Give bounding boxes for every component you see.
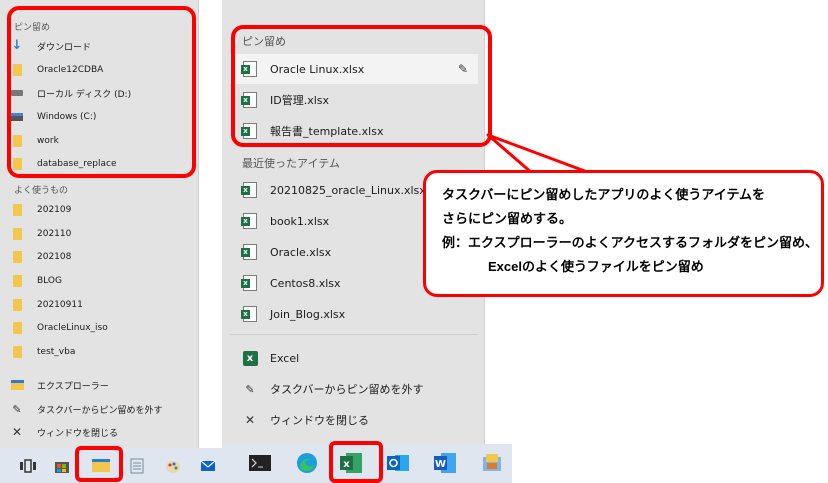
unpin-from-taskbar-item[interactable]: ✎ タスクバーからピン留めを外す [10,398,194,420]
terminal-icon[interactable] [248,452,272,474]
action-label: ウィンドウを閉じる [270,414,369,427]
excel-file-icon [241,182,258,198]
close-icon: ✕ [11,425,23,439]
task-view-icon[interactable] [18,456,38,476]
folder-icon [10,227,24,241]
paint-icon[interactable] [163,456,183,476]
frequent-item[interactable]: BLOG [10,270,194,292]
annotation-box-left-pinned [7,6,196,178]
close-window-item[interactable]: ✕ ウィンドウを閉じる [10,421,194,443]
annotation-box-right-pinned [231,25,492,147]
recent-file-label: 20210825_oracle_Linux.xlsx [270,183,426,197]
explanation-callout: タスクバーにピン留めしたアプリのよく使うアイテムを さらにピン留めする。 例：エ… [423,170,824,297]
unpin-icon: ✎ [12,402,22,416]
frequent-item-label: test_vba [37,347,76,357]
word-icon[interactable]: W [432,450,458,476]
frequent-item-label: OracleLinux_iso [37,323,108,333]
frequent-item[interactable]: OracleLinux_iso [10,317,194,339]
callout-line: Excelのよく使うファイルをピン留め [488,259,704,274]
recent-file-label: book1.xlsx [270,214,330,228]
recent-file-label: Centos8.xlsx [270,276,341,290]
recent-file-label: Oracle.xlsx [270,245,332,259]
frequent-item-label: BLOG [37,276,62,286]
folder-icon [10,321,24,335]
explorer-icon [10,378,24,392]
recent-file[interactable]: Join_Blog.xlsx [230,299,478,329]
close-icon: ✕ [244,413,256,427]
folder-icon [10,298,24,312]
frequent-item-label: 202110 [37,229,72,239]
folder-icon [10,274,24,288]
annotation-box-explorer-taskbar [75,446,123,482]
callout-line: さらにピン留めする。 [442,211,573,226]
folder-icon [10,345,24,359]
store-icon[interactable] [52,456,72,476]
excel-file-icon [241,306,258,322]
background-window [198,0,211,448]
unpin-from-taskbar-item[interactable]: ✎ タスクバーからピン留めを外す [230,374,478,404]
outlook-icon[interactable] [385,450,411,476]
excel-file-icon [241,244,258,260]
callout-line: タスクバーにピン留めしたアプリのよく使うアイテムを [442,187,766,202]
action-label: エクスプローラー [37,381,109,392]
action-label: タスクバーからピン留めを外す [37,405,163,416]
frequent-item[interactable]: 202110 [10,223,194,245]
svg-text:W: W [435,459,446,470]
folder-icon [10,203,24,217]
callout-line: 例：エクスプローラーのよくアクセスするフォルダをピン留め、 [442,235,818,250]
frequent-item[interactable]: test_vba [10,341,194,363]
frequent-item-label: 20210911 [37,300,83,310]
recent-file-label: Join_Blog.xlsx [270,307,346,321]
open-explorer-item[interactable]: エクスプローラー [10,374,194,396]
frequent-item[interactable]: 20210911 [10,294,194,316]
edge-icon[interactable] [294,450,320,476]
excel-file-icon [241,213,258,229]
close-window-item[interactable]: ✕ ウィンドウを閉じる [230,405,478,435]
annotation-box-excel-taskbar [329,441,383,483]
frequent-header: よく使うもの [14,186,69,196]
recent-header: 最近使ったアイテム [242,157,340,170]
open-excel-item[interactable]: x Excel [230,343,478,373]
frequent-item-label: 202108 [37,252,72,262]
notepad-icon[interactable] [127,456,147,476]
excel-file-icon [241,275,258,291]
action-label: Excel [270,351,300,365]
app-icon[interactable] [479,450,505,476]
action-label: ウィンドウを閉じる [37,428,119,439]
folder-icon [10,250,24,264]
menu-separator [230,334,478,335]
unpin-icon: ✎ [245,382,255,396]
frequent-item-label: 202109 [37,205,72,215]
frequent-item[interactable]: 202108 [10,246,194,268]
frequent-item[interactable]: 202109 [10,199,194,221]
mail-icon[interactable] [198,456,218,476]
action-label: タスクバーからピン留めを外す [270,383,424,396]
excel-icon: x [242,350,258,366]
